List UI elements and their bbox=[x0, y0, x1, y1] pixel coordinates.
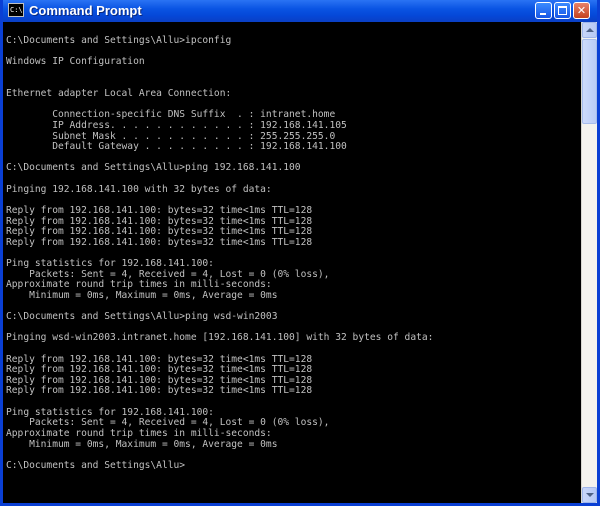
scroll-thumb[interactable] bbox=[582, 39, 597, 124]
console-line: Ethernet adapter Local Area Connection: bbox=[6, 88, 232, 100]
vertical-scrollbar[interactable] bbox=[581, 22, 597, 503]
console-line: Default Gateway . . . . . . . . . : 192.… bbox=[6, 141, 347, 153]
command-prompt-window: C:\ Command Prompt ✕ C:\Documents and Se… bbox=[0, 0, 600, 506]
console-line: C:\Documents and Settings\Allu>ipconfig bbox=[6, 35, 232, 46]
console-line: Subnet Mask . . . . . . . . . . . : 255.… bbox=[6, 130, 336, 142]
console-line: Reply from 192.168.141.100: bytes=32 tim… bbox=[6, 204, 313, 216]
scroll-down-button[interactable] bbox=[582, 487, 597, 503]
console-line: Reply from 192.168.141.100: bytes=32 tim… bbox=[6, 374, 313, 386]
scroll-up-button[interactable] bbox=[582, 22, 597, 38]
console-line: Reply from 192.168.141.100: bytes=32 tim… bbox=[6, 353, 313, 365]
window-title: Command Prompt bbox=[29, 3, 142, 18]
console-line: C:\Documents and Settings\Allu> bbox=[6, 459, 186, 471]
console-line: Reply from 192.168.141.100: bytes=32 tim… bbox=[6, 226, 313, 238]
maximize-icon bbox=[558, 6, 567, 15]
minimize-icon bbox=[540, 13, 546, 15]
console-line: C:\Documents and Settings\Allu>ping 192.… bbox=[6, 162, 301, 174]
console-line: Ping statistics for 192.168.141.100: bbox=[6, 258, 214, 270]
console-line: Reply from 192.168.141.100: bytes=32 tim… bbox=[6, 236, 313, 248]
arrow-up-icon bbox=[586, 28, 594, 32]
console-line: IP Address. . . . . . . . . . . . : 192.… bbox=[6, 119, 347, 131]
title-bar[interactable]: C:\ Command Prompt ✕ bbox=[3, 0, 597, 22]
console-line: Connection-specific DNS Suffix . : intra… bbox=[6, 109, 336, 121]
console-line: Reply from 192.168.141.100: bytes=32 tim… bbox=[6, 215, 313, 227]
console-line: Minimum = 0ms, Maximum = 0ms, Average = … bbox=[6, 438, 278, 450]
close-button[interactable]: ✕ bbox=[573, 2, 590, 19]
console-line: Reply from 192.168.141.100: bytes=32 tim… bbox=[6, 385, 313, 397]
close-icon: ✕ bbox=[576, 4, 587, 17]
console-output[interactable]: C:\Documents and Settings\Allu>ipconfig W… bbox=[3, 22, 581, 503]
console-line: Windows IP Configuration bbox=[6, 56, 145, 68]
console-line: Reply from 192.168.141.100: bytes=32 tim… bbox=[6, 364, 313, 376]
maximize-button[interactable] bbox=[554, 2, 571, 19]
console-line: Minimum = 0ms, Maximum = 0ms, Average = … bbox=[6, 289, 278, 301]
cmd-icon-text: C:\ bbox=[10, 6, 23, 14]
console-line: Pinging 192.168.141.100 with 32 bytes of… bbox=[6, 183, 272, 195]
console-line: Approximate round trip times in milli-se… bbox=[6, 427, 272, 439]
console-line: Packets: Sent = 4, Received = 4, Lost = … bbox=[6, 417, 330, 429]
minimize-button[interactable] bbox=[535, 2, 552, 19]
cmd-icon[interactable]: C:\ bbox=[8, 3, 24, 17]
console-line: Approximate round trip times in milli-se… bbox=[6, 279, 272, 291]
console-line: Packets: Sent = 4, Received = 4, Lost = … bbox=[6, 268, 330, 280]
arrow-down-icon bbox=[586, 493, 594, 497]
console-line: Pinging wsd-win2003.intranet.home [192.1… bbox=[6, 332, 434, 344]
console-line: Ping statistics for 192.168.141.100: bbox=[6, 406, 214, 418]
console-line: C:\Documents and Settings\Allu>ping wsd-… bbox=[6, 311, 278, 323]
